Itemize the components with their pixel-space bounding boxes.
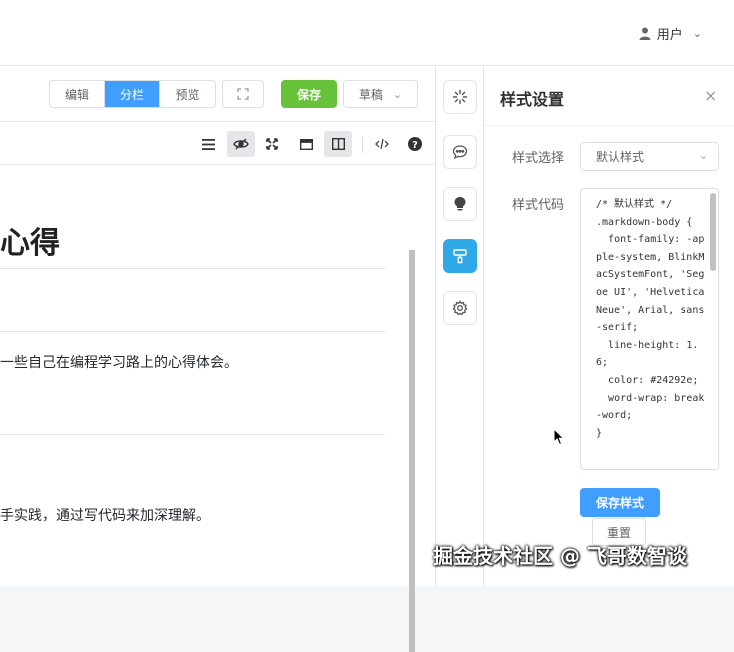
tab-split[interactable]: 分栏 — [105, 81, 160, 107]
preview-scrollbar[interactable] — [409, 250, 415, 652]
style-select[interactable]: 默认样式 ⌄ — [580, 142, 719, 171]
code-icon[interactable] — [368, 131, 396, 157]
save-style-button[interactable]: 保存样式 — [580, 488, 660, 517]
style-button[interactable] — [443, 239, 477, 273]
help-icon[interactable]: ? — [401, 131, 429, 157]
sparkle-button[interactable] — [443, 80, 477, 114]
panel-title: 样式设置 — [500, 90, 565, 109]
preview-paragraph: 手实践，通过写代码来加深理解。 — [0, 508, 210, 524]
markdown-toolbar: ? — [0, 123, 435, 165]
chevron-down-icon: ⌄ — [698, 149, 708, 162]
mouse-cursor-icon — [553, 428, 565, 446]
style-code-label: 样式代码 — [512, 198, 565, 213]
draft-label: 草稿 — [358, 87, 383, 102]
style-code-textarea[interactable]: /* 默认样式 */ .markdown-body { font-family:… — [580, 188, 719, 470]
expand-icon[interactable] — [258, 131, 286, 157]
bulb-icon — [454, 197, 466, 211]
settings-icon — [452, 300, 468, 316]
style-icon — [453, 249, 467, 264]
chevron-down-icon: ⌄ — [692, 27, 702, 40]
save-button[interactable]: 保存 — [281, 80, 337, 108]
sparkle-icon — [452, 89, 468, 105]
draft-select[interactable]: 草稿 ⌄ — [343, 80, 418, 108]
user-label: 用户 — [656, 28, 683, 43]
eye-off-icon[interactable] — [227, 131, 255, 157]
code-scrollbar[interactable] — [710, 193, 716, 271]
preview-pane: 心得 一些自己在编程学习路上的心得体会。 手实践，通过写代码来加深理解。 — [0, 166, 410, 586]
heading-divider — [0, 268, 385, 269]
person-icon — [639, 27, 651, 40]
preview-paragraph: 一些自己在编程学习路上的心得体会。 — [0, 355, 238, 371]
menu-icon[interactable] — [194, 131, 222, 157]
tab-preview[interactable]: 预览 — [160, 81, 215, 107]
user-menu[interactable]: 用户 ⌄ — [639, 24, 702, 43]
settings-button[interactable] — [443, 291, 477, 325]
svg-text:?: ? — [412, 140, 418, 151]
columns-icon[interactable] — [324, 131, 352, 157]
watermark: 掘金技术社区 @ 飞哥数智谈 — [433, 544, 687, 568]
style-select-label: 样式选择 — [512, 151, 565, 166]
fullscreen-button[interactable] — [222, 80, 264, 108]
fullscreen-icon — [237, 88, 249, 100]
bulb-button[interactable] — [443, 187, 477, 221]
toolbar-divider — [362, 137, 363, 153]
editor-area: 编辑 分栏 预览 保存 草稿 ⌄ ? 心得 一些自己在编程学习路上的心得体会。 … — [0, 66, 435, 652]
section-divider — [0, 331, 385, 332]
top-bar: 用户 ⌄ — [0, 0, 734, 66]
mode-switch: 编辑 分栏 预览 — [49, 80, 216, 108]
window-icon[interactable] — [292, 131, 320, 157]
chevron-down-icon: ⌄ — [392, 87, 403, 101]
preview-heading: 心得 — [0, 226, 60, 261]
close-icon[interactable]: × — [704, 86, 717, 105]
style-select-value: 默认样式 — [596, 150, 645, 164]
tab-edit[interactable]: 编辑 — [50, 81, 105, 107]
style-code-text: /* 默认样式 */ .markdown-body { font-family:… — [596, 199, 705, 439]
panel-divider — [484, 125, 734, 126]
chat-icon — [452, 145, 468, 160]
tool-rail — [435, 66, 484, 586]
style-settings-panel: 样式设置 × 样式选择 默认样式 ⌄ 样式代码 /* 默认样式 */ .mark… — [484, 66, 734, 586]
section-divider — [0, 434, 385, 435]
editor-toolbar: 编辑 分栏 预览 保存 草稿 ⌄ — [0, 66, 435, 122]
chat-button[interactable] — [443, 135, 477, 169]
